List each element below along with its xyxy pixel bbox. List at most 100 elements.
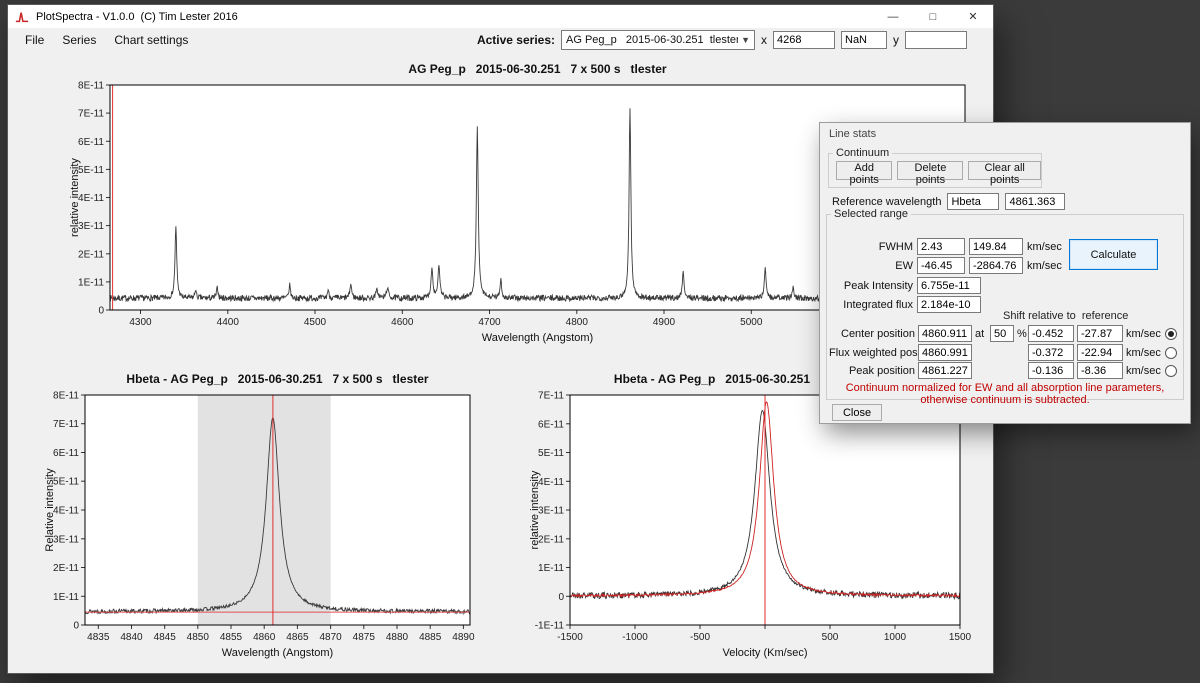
at-label: at	[975, 328, 987, 340]
peak-position-radio[interactable]	[1165, 365, 1177, 377]
peak-intensity-row: Peak Intensity	[829, 277, 981, 294]
active-series-value: AG Peg_p 2015-06-30.251 tlester	[566, 34, 738, 46]
svg-text:3E-11: 3E-11	[538, 506, 564, 517]
center-position-field[interactable]	[918, 325, 972, 342]
svg-text:4845: 4845	[154, 632, 177, 643]
svg-text:2E-11: 2E-11	[53, 563, 79, 574]
flux-weighted-shift-angstrom-field[interactable]	[1028, 344, 1074, 361]
svg-text:6E-11: 6E-11	[78, 137, 104, 148]
flux-weighted-shift-kmsec-field[interactable]	[1077, 344, 1123, 361]
dialog-titlebar[interactable]: Line stats	[820, 123, 1190, 144]
menu-file[interactable]: File	[16, 31, 53, 49]
svg-text:4875: 4875	[353, 632, 376, 643]
x-coordinate-label: x	[761, 33, 767, 47]
nan-field[interactable]	[841, 31, 887, 49]
shift-relative-header: Shift relative to reference	[1003, 310, 1128, 322]
dialog-title: Line stats	[829, 128, 876, 140]
app-icon	[15, 9, 30, 24]
svg-text:4855: 4855	[220, 632, 243, 643]
titlebar[interactable]: PlotSpectra - V1.0.0 (C) Tim Lester 2016…	[8, 5, 993, 28]
svg-text:4300: 4300	[129, 317, 152, 328]
flux-weighted-row: Flux weighted pos km/sec	[829, 344, 1181, 361]
svg-text:4865: 4865	[286, 632, 309, 643]
svg-text:1E-11: 1E-11	[53, 592, 79, 603]
svg-text:4500: 4500	[304, 317, 327, 328]
svg-text:0: 0	[73, 621, 79, 632]
svg-text:4885: 4885	[419, 632, 442, 643]
add-points-button[interactable]: Add points	[836, 161, 892, 180]
svg-text:5E-11: 5E-11	[78, 165, 104, 176]
svg-text:1500: 1500	[949, 632, 972, 643]
peak-intensity-field[interactable]	[917, 277, 981, 294]
calculate-button[interactable]: Calculate	[1069, 239, 1158, 270]
svg-text:4800: 4800	[566, 317, 589, 328]
svg-text:0: 0	[98, 306, 104, 317]
svg-text:2E-11: 2E-11	[538, 534, 564, 545]
svg-text:500: 500	[822, 632, 839, 643]
ew-kmsec-field[interactable]	[969, 257, 1023, 274]
svg-text:-500: -500	[690, 632, 710, 643]
chevron-down-icon: ▼	[738, 35, 750, 45]
svg-text:5E-11: 5E-11	[53, 477, 79, 488]
ew-angstrom-field[interactable]	[917, 257, 965, 274]
svg-text:Relative intensity: Relative intensity	[44, 468, 56, 552]
clear-all-points-button[interactable]: Clear all points	[968, 161, 1041, 180]
flux-weighted-label: Flux weighted pos	[829, 347, 915, 359]
peak-intensity-label: Peak Intensity	[829, 280, 913, 292]
svg-text:4400: 4400	[217, 317, 240, 328]
peak-position-unit: km/sec	[1126, 365, 1162, 377]
center-percent-field[interactable]	[990, 325, 1014, 342]
maximize-button[interactable]: □	[913, 5, 953, 28]
svg-text:relative intensity: relative intensity	[529, 470, 541, 549]
dialog-close-button[interactable]: Close	[832, 404, 882, 421]
menubar: File Series Chart settings Active series…	[8, 28, 993, 52]
ew-row: EW km/sec	[829, 257, 1067, 274]
peak-shift-angstrom-field[interactable]	[1028, 362, 1074, 379]
svg-text:4600: 4600	[391, 317, 414, 328]
continuum-group: Continuum Add points Delete points Clear…	[828, 147, 1042, 188]
integrated-flux-label: Integrated flux	[829, 299, 913, 311]
menu-series[interactable]: Series	[53, 31, 105, 49]
center-shift-angstrom-field[interactable]	[1028, 325, 1074, 342]
svg-text:Hbeta - AG Peg_p 2015-06-30.: Hbeta - AG Peg_p 2015-06-30.251 7 x 500 …	[126, 372, 428, 386]
svg-text:7E-11: 7E-11	[53, 419, 79, 430]
svg-text:4860: 4860	[253, 632, 276, 643]
peak-position-field[interactable]	[918, 362, 972, 379]
y-coordinate-field[interactable]	[905, 31, 967, 49]
integrated-flux-field[interactable]	[917, 296, 981, 313]
continuum-group-label: Continuum	[833, 147, 892, 159]
center-position-radio[interactable]	[1165, 328, 1177, 340]
active-series-cluster: Active series: AG Peg_p 2015-06-30.251 t…	[477, 30, 967, 50]
peak-position-row: Peak position km/sec	[829, 362, 1181, 379]
svg-text:2E-11: 2E-11	[78, 249, 104, 260]
selected-range-group: Selected range FWHM km/sec EW km/sec Cal…	[826, 208, 1184, 400]
flux-weighted-field[interactable]	[918, 344, 972, 361]
svg-text:3E-11: 3E-11	[53, 534, 79, 545]
menu-chart-settings[interactable]: Chart settings	[105, 31, 197, 49]
integrated-flux-row: Integrated flux	[829, 296, 981, 313]
flux-weighted-unit: km/sec	[1126, 347, 1162, 359]
svg-text:-1500: -1500	[557, 632, 583, 643]
hbeta-zoom-chart[interactable]: 4835484048454850485548604865487048754880…	[38, 367, 488, 667]
close-button[interactable]: ✕	[953, 5, 993, 28]
svg-text:6E-11: 6E-11	[538, 419, 564, 430]
x-coordinate-field[interactable]	[773, 31, 835, 49]
fwhm-kmsec-field[interactable]	[969, 238, 1023, 255]
selected-range-group-label: Selected range	[831, 208, 911, 220]
center-shift-kmsec-field[interactable]	[1077, 325, 1123, 342]
fwhm-angstrom-field[interactable]	[917, 238, 965, 255]
minimize-button[interactable]: —	[873, 5, 913, 28]
svg-text:4870: 4870	[319, 632, 342, 643]
window-title: PlotSpectra - V1.0.0 (C) Tim Lester 2016	[36, 11, 238, 23]
ew-label: EW	[829, 260, 913, 272]
flux-weighted-radio[interactable]	[1165, 347, 1177, 359]
svg-text:4890: 4890	[452, 632, 475, 643]
peak-shift-kmsec-field[interactable]	[1077, 362, 1123, 379]
delete-points-button[interactable]: Delete points	[897, 161, 963, 180]
y-coordinate-label: y	[893, 33, 899, 47]
svg-text:-1000: -1000	[622, 632, 648, 643]
fwhm-label: FWHM	[829, 241, 913, 253]
svg-text:8E-11: 8E-11	[53, 391, 79, 402]
svg-text:Wavelength (Angstom): Wavelength (Angstom)	[482, 332, 593, 344]
active-series-dropdown[interactable]: AG Peg_p 2015-06-30.251 tlester ▼	[561, 30, 755, 50]
